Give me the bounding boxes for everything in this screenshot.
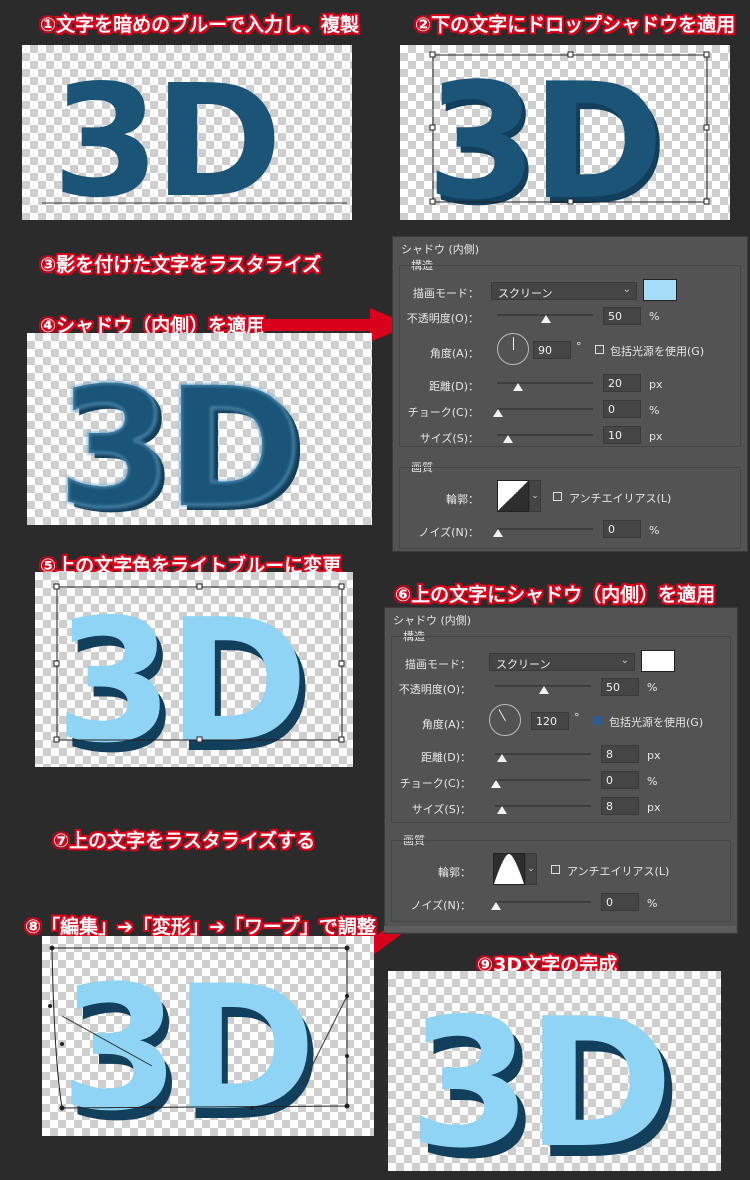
canvas-step1: 3D bbox=[22, 45, 352, 220]
contour-picker[interactable] bbox=[493, 853, 525, 885]
opacity-slider-knob[interactable] bbox=[539, 686, 549, 694]
size-slider-knob[interactable] bbox=[503, 435, 513, 443]
panel-title: シャドウ (内側) bbox=[401, 243, 480, 256]
distance-input[interactable]: 20 bbox=[603, 374, 641, 392]
size-input[interactable]: 10 bbox=[603, 426, 641, 444]
inner-shadow-panel-2: シャドウ (内側) 構造 描画モード： スクリーン ⌄ 不透明度(O)： 50 %… bbox=[384, 607, 738, 934]
chevron-down-icon[interactable]: ⌄ bbox=[525, 853, 537, 885]
choke-input[interactable]: 0 bbox=[603, 400, 641, 418]
size-input[interactable]: 8 bbox=[601, 797, 639, 815]
art-text-3d: 3D bbox=[52, 51, 277, 220]
global-light-checkbox[interactable] bbox=[595, 345, 604, 354]
canvas-step5: 3D 3D bbox=[35, 572, 353, 767]
blend-mode-select[interactable]: スクリーン ⌄ bbox=[489, 653, 635, 671]
svg-text:3D: 3D bbox=[408, 980, 668, 1171]
contour-picker[interactable] bbox=[497, 480, 529, 512]
global-light-checkbox[interactable] bbox=[593, 716, 602, 725]
opacity-input[interactable]: 50 bbox=[603, 307, 641, 325]
opacity-slider-knob[interactable] bbox=[541, 315, 551, 323]
distance-input[interactable]: 8 bbox=[601, 745, 639, 763]
noise-slider-knob[interactable] bbox=[491, 902, 501, 910]
distance-slider[interactable] bbox=[495, 753, 591, 755]
noise-input[interactable]: 0 bbox=[603, 520, 641, 538]
size-slider[interactable] bbox=[495, 805, 591, 807]
panel-button-bar bbox=[384, 926, 736, 932]
choke-slider-knob[interactable] bbox=[491, 780, 501, 788]
step-6-label: ⑥上の文字にシャドウ（内側）を適用 bbox=[395, 584, 716, 606]
canvas-step4: 3D 3D 3D bbox=[27, 333, 372, 525]
distance-slider-knob[interactable] bbox=[513, 383, 523, 391]
svg-text:3D: 3D bbox=[55, 583, 302, 767]
noise-slider-knob[interactable] bbox=[493, 529, 503, 537]
size-slider-knob[interactable] bbox=[497, 806, 507, 814]
noise-slider[interactable] bbox=[495, 901, 591, 903]
choke-slider[interactable] bbox=[497, 408, 593, 410]
noise-slider[interactable] bbox=[497, 528, 593, 530]
angle-input[interactable]: 120 bbox=[531, 712, 569, 730]
shadow-color-swatch[interactable] bbox=[643, 279, 677, 301]
chevron-down-icon: ⌄ bbox=[620, 655, 629, 666]
noise-input[interactable]: 0 bbox=[601, 893, 639, 911]
choke-slider[interactable] bbox=[495, 779, 591, 781]
svg-text:3D: 3D bbox=[426, 48, 658, 220]
step-7-label: ⑦上の文字をラスタライズする bbox=[53, 830, 316, 852]
angle-dial[interactable] bbox=[497, 333, 529, 365]
choke-slider-knob[interactable] bbox=[493, 409, 503, 417]
step-2-label: ②下の文字にドロップシャドウを適用 bbox=[415, 14, 736, 36]
choke-input[interactable]: 0 bbox=[601, 771, 639, 789]
svg-text:3D: 3D bbox=[57, 352, 297, 525]
antialias-checkbox[interactable] bbox=[551, 865, 560, 874]
step-3-label: ③影を付けた文字をラスタライズ bbox=[40, 254, 322, 276]
angle-dial[interactable] bbox=[489, 704, 521, 736]
step-1-label: ①文字を暗めのブルーで入力し、複製 bbox=[40, 14, 359, 36]
chevron-down-icon[interactable]: ⌄ bbox=[529, 480, 541, 512]
angle-input[interactable]: 90 bbox=[533, 341, 571, 359]
canvas-step8: 3D 3D bbox=[42, 936, 374, 1136]
chevron-down-icon: ⌄ bbox=[622, 284, 631, 295]
canvas-step9-final: 3D 3D bbox=[388, 971, 721, 1171]
inner-shadow-panel-1: シャドウ (内側) 構造 描画モード： スクリーン ⌄ 不透明度(O)： 50 %… bbox=[392, 236, 748, 552]
blend-mode-select[interactable]: スクリーン ⌄ bbox=[491, 282, 637, 300]
antialias-checkbox[interactable] bbox=[553, 492, 562, 501]
shadow-color-swatch[interactable] bbox=[641, 650, 675, 672]
opacity-input[interactable]: 50 bbox=[601, 678, 639, 696]
panel-title: シャドウ (内側) bbox=[393, 614, 472, 627]
canvas-step2: 3D 3D bbox=[400, 45, 730, 220]
distance-slider[interactable] bbox=[497, 382, 593, 384]
distance-slider-knob[interactable] bbox=[497, 754, 507, 762]
